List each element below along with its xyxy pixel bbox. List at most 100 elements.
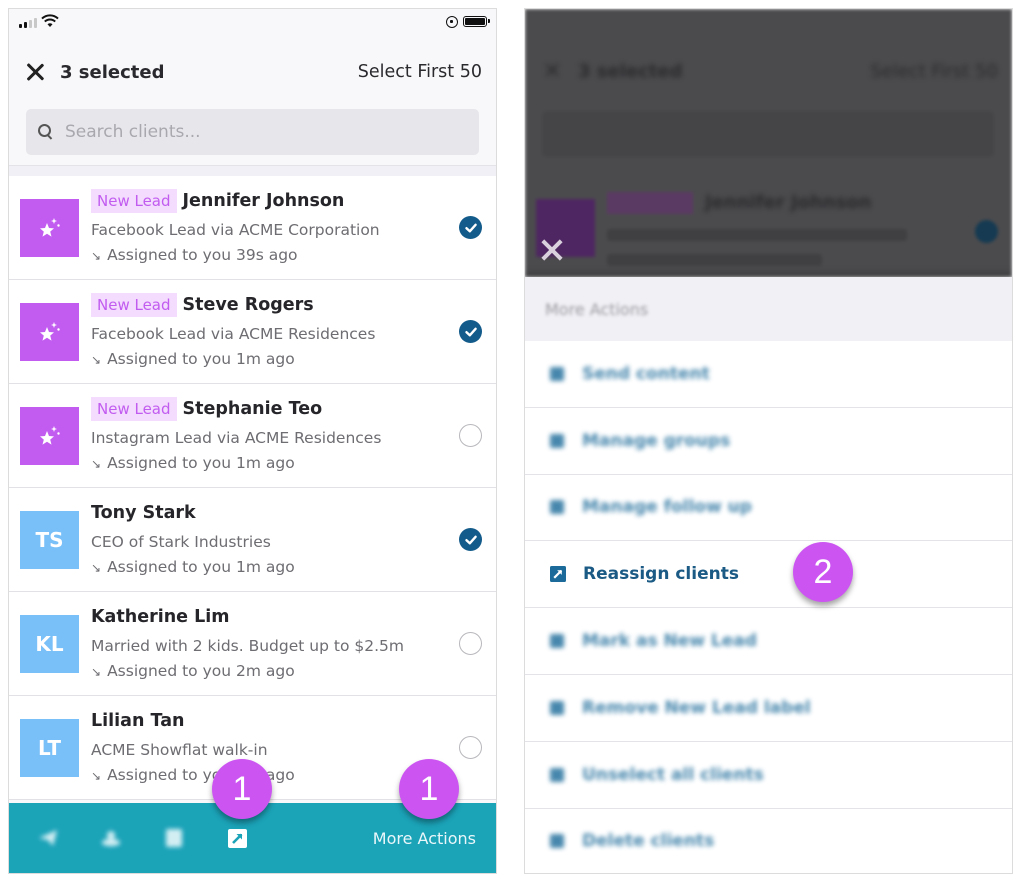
status-bar [9, 9, 496, 37]
sheet-item-manage-follow-up[interactable]: Manage follow up [525, 474, 1012, 542]
background-client-subtitle [607, 229, 907, 241]
search-bar[interactable] [26, 109, 479, 155]
client-assigned-time: Assigned to you 1m ago [107, 454, 295, 472]
client-assigned-line: ↘ Assigned to you 1m ago [91, 454, 295, 472]
background-selected-count: 3 selected [578, 61, 683, 82]
client-assigned-time: Assigned to you 1m ago [107, 350, 295, 368]
client-subtitle: Married with 2 kids. Budget up to $2.5m [91, 637, 404, 655]
new-lead-badge: New Lead [91, 189, 177, 213]
client-row[interactable]: TS Tony Stark CEO of Stark Industries ↘ Assi… [9, 488, 496, 592]
assigned-arrow-icon: ↘ [91, 353, 102, 367]
sheet-item-reassign-clients[interactable]: Reassign clients [525, 541, 1012, 609]
background-check-icon [975, 220, 998, 243]
client-subtitle: Facebook Lead via ACME Corporation [91, 221, 380, 239]
select-first-50-button[interactable]: Select First 50 [358, 62, 482, 82]
sheet-item-mark-as-new-lead[interactable]: Mark as New Lead [525, 608, 1012, 675]
checkbox-checked-icon[interactable] [459, 216, 482, 239]
client-title-line: New Lead Steve Rogers [91, 292, 314, 318]
background-close-icon: ✕ [543, 59, 562, 84]
assigned-arrow-icon: ↘ [91, 769, 102, 783]
close-selection-button[interactable] [24, 61, 46, 83]
new-lead-star-icon [20, 199, 79, 257]
sheet-item-manage-groups[interactable]: Manage groups [525, 407, 1012, 475]
assigned-arrow-icon: ↘ [91, 457, 102, 471]
client-subtitle: Facebook Lead via ACME Residences [91, 325, 376, 343]
user-tag-icon [550, 634, 564, 649]
list-spacer [9, 166, 496, 176]
sheet-item-label: Manage follow up [582, 497, 752, 518]
dimmed-background[interactable]: 3 selected Select First 50 ✕ Jennifer Jo… [525, 9, 1012, 277]
new-lead-badge: New Lead [91, 397, 177, 421]
sheet-title: More Actions [525, 277, 1012, 341]
client-name: Tony Stark [91, 503, 196, 523]
reassign-icon[interactable] [226, 827, 248, 849]
avatar-initials: LT [20, 719, 79, 777]
assigned-arrow-icon: ↘ [91, 249, 102, 263]
send-icon [550, 366, 564, 381]
follow-up-icon [550, 500, 564, 515]
client-assigned-time: Assigned to you 39s ago [107, 246, 298, 264]
assigned-arrow-icon: ↘ [91, 665, 102, 679]
trash-icon [550, 834, 564, 849]
new-lead-star-icon [20, 407, 79, 465]
search-icon [38, 124, 53, 140]
client-list: New Lead Jennifer Johnson Facebook Lead vi… [9, 176, 496, 800]
sheet-item-send-content[interactable]: Send content [525, 341, 1012, 408]
client-selection-screen: 3 selected Select First 50 New LeadJenni… [8, 8, 497, 874]
client-name: Jennifer Johnson [182, 191, 345, 211]
sheet-item-label: Send content [582, 363, 710, 384]
sheet-item-delete-clients[interactable]: Delete clients [525, 808, 1012, 873]
checkbox-unchecked-icon[interactable] [459, 424, 482, 447]
client-title-line: New Lead Jennifer Johnson [91, 188, 344, 214]
search-input[interactable] [65, 122, 467, 142]
background-client-name: Jennifer Johnson [705, 192, 872, 213]
assigned-arrow-icon: ↘ [91, 561, 102, 575]
sheet-item-unselect-all-clients[interactable]: Unselect all clients [525, 741, 1012, 809]
client-assigned-time: Assigned to you 1m ago [107, 558, 295, 576]
background-select-first: Select First 50 [870, 61, 998, 82]
dismiss-x-icon[interactable] [539, 237, 565, 263]
avatar-initials: KL [20, 615, 79, 673]
client-assigned-line: ↘ Assigned to you 39s ago [91, 246, 298, 264]
client-name: Steve Rogers [182, 295, 314, 315]
sheet-item-label: Reassign clients [583, 564, 739, 585]
selection-header: 3 selected Select First 50 [9, 37, 496, 107]
client-name: Lilian Tan [91, 711, 185, 731]
client-name: Stephanie Teo [182, 399, 323, 419]
signal-icon [19, 18, 37, 28]
client-title-line: Tony Stark [91, 500, 196, 526]
sheet-item-remove-new-lead-label[interactable]: Remove New Lead label [525, 674, 1012, 742]
checkbox-unchecked-icon[interactable] [459, 632, 482, 655]
step-badge-2-reassign-clients: 2 [793, 542, 853, 602]
client-row[interactable]: New Lead Stephanie Teo Instagram Lead via … [9, 384, 496, 488]
unselect-icon [550, 767, 564, 782]
client-assigned-line: ↘ Assigned to you 1m ago [91, 558, 295, 576]
selected-count: 3 selected [60, 61, 165, 83]
client-title-line: Lilian Tan [91, 708, 184, 734]
rotation-lock-icon [446, 16, 458, 28]
send-icon[interactable] [37, 827, 59, 849]
sheet-item-label: Remove New Lead label [582, 697, 811, 718]
background-badge [607, 192, 693, 214]
sheet-item-label: Manage groups [582, 430, 731, 451]
user-untag-icon [550, 700, 564, 715]
more-actions-button[interactable]: More Actions [373, 829, 476, 848]
client-subtitle: CEO of Stark Industries [91, 533, 271, 551]
client-row[interactable]: New Lead Steve Rogers Facebook Lead via AC… [9, 280, 496, 384]
client-row[interactable]: New Lead Jennifer Johnson Facebook Lead vi… [9, 176, 496, 280]
client-subtitle: Instagram Lead via ACME Residences [91, 429, 382, 447]
checkbox-checked-icon[interactable] [459, 320, 482, 343]
client-assigned-line: ↘ Assigned to you 1m ago [91, 350, 295, 368]
checkbox-checked-icon[interactable] [459, 528, 482, 551]
client-assigned-line: ↘ Assigned to you 2m ago [91, 662, 295, 680]
client-name: Katherine Lim [91, 607, 230, 627]
follow-up-icon[interactable] [163, 827, 185, 849]
checkbox-unchecked-icon[interactable] [459, 736, 482, 759]
client-row[interactable]: KL Katherine Lim Married with 2 kids. Budg… [9, 592, 496, 696]
new-lead-badge: New Lead [91, 293, 177, 317]
more-actions-screen: 3 selected Select First 50 ✕ Jennifer Jo… [524, 8, 1013, 874]
avatar-initials: TS [20, 511, 79, 569]
sheet-item-label: Mark as New Lead [582, 631, 757, 652]
groups-icon[interactable] [100, 827, 122, 849]
groups-icon [550, 433, 564, 448]
